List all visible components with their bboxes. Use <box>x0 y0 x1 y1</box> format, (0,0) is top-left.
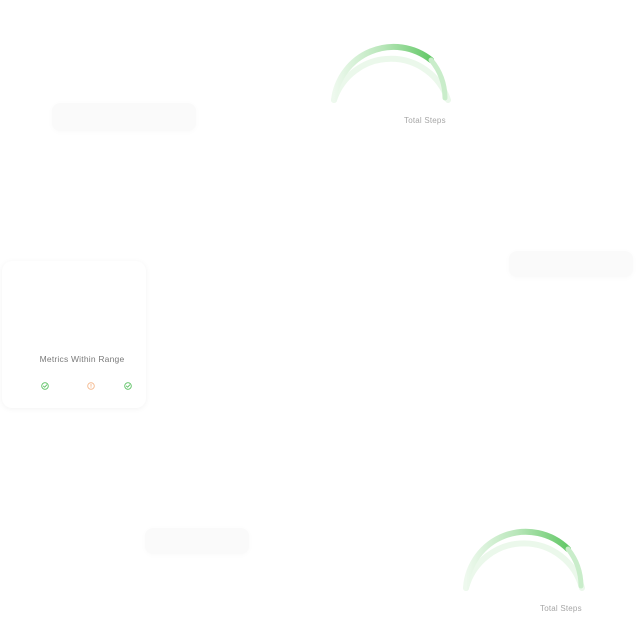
ghost-pill <box>52 103 196 131</box>
metrics-title: Metrics Within Range <box>39 354 125 364</box>
total-steps-label: Total Steps <box>404 116 446 125</box>
total-steps-label: Total Steps <box>540 604 582 613</box>
steps-gauge <box>463 528 585 591</box>
canvas: Total Steps Total Steps Metrics Within R… <box>0 0 636 638</box>
check-circle-icon <box>41 382 49 390</box>
metrics-card: Metrics Within Range <box>2 261 146 408</box>
steps-gauge-card: Total Steps <box>318 0 458 150</box>
steps-gauge-card: Total Steps <box>452 488 592 638</box>
ghost-pill <box>145 528 249 554</box>
steps-gauge <box>331 43 451 103</box>
check-circle-icon <box>124 382 132 390</box>
warning-circle-icon <box>87 382 95 390</box>
ghost-pill <box>509 251 633 277</box>
